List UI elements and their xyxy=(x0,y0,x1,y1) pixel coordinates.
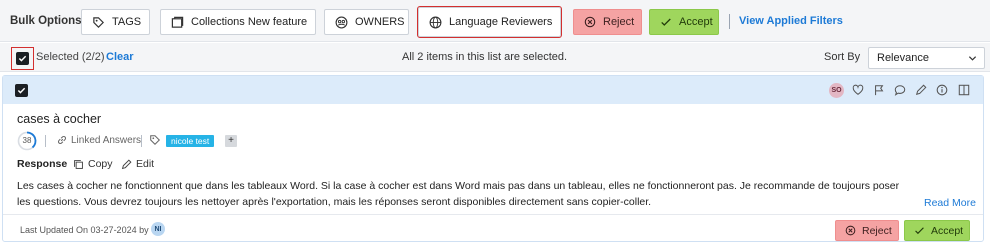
owners-button[interactable]: OWNERS xyxy=(324,9,409,35)
clear-selection-link[interactable]: Clear xyxy=(106,51,134,63)
copy-button[interactable]: Copy xyxy=(73,158,113,170)
owner-initials: SO xyxy=(831,87,842,94)
bulk-options-label: Bulk Options : xyxy=(10,15,89,27)
owner-avatar[interactable]: SO xyxy=(829,83,844,98)
check-icon xyxy=(660,16,672,28)
checkbox-icon xyxy=(17,86,26,95)
collections-button-label: Collections New feature xyxy=(191,16,308,28)
item-title[interactable]: cases à cocher xyxy=(17,112,101,126)
tags-button[interactable]: TAGS xyxy=(81,9,150,35)
edit-label: Edit xyxy=(136,158,155,170)
owners-icon xyxy=(335,16,348,29)
chevron-down-icon xyxy=(968,54,977,63)
bulk-reject-label: Reject xyxy=(603,16,635,28)
read-more-link[interactable]: Read More xyxy=(924,197,976,209)
globe-icon xyxy=(429,16,442,29)
divider xyxy=(729,14,730,29)
bulk-options-bar: Bulk Options : TAGS Collections New feat… xyxy=(0,0,990,42)
select-all-checkbox[interactable] xyxy=(16,52,29,65)
updater-avatar[interactable]: NI xyxy=(151,222,165,236)
response-line: Les cases à cocher ne fonctionnent que d… xyxy=(17,180,900,192)
response-text: Les cases à cocher ne fonctionnent que d… xyxy=(17,178,927,210)
linked-answers[interactable]: Linked Answers xyxy=(71,135,141,146)
reject-icon xyxy=(584,16,596,28)
owners-button-label: OWNERS xyxy=(355,16,405,28)
item-accept-label: Accept xyxy=(931,224,964,237)
last-updated: Last Updated On 03-27-2024 by xyxy=(20,225,149,235)
divider xyxy=(45,135,46,147)
check-icon xyxy=(914,225,925,236)
divider xyxy=(141,135,142,147)
copy-icon xyxy=(73,159,84,170)
item-reject-button[interactable]: Reject xyxy=(835,220,899,241)
language-reviewers-button-label: Language Reviewers xyxy=(449,16,553,28)
sort-select-value: Relevance xyxy=(877,52,929,64)
updater-initials: NI xyxy=(154,225,162,233)
copy-label: Copy xyxy=(88,158,113,170)
response-line: les questions. Vous devrez toujours les … xyxy=(17,196,652,208)
sort-by-label: Sort By xyxy=(824,51,861,63)
item-reject-label: Reject xyxy=(862,224,892,237)
bulk-reject-button[interactable]: Reject xyxy=(573,9,642,35)
add-tag-button[interactable]: + xyxy=(225,135,237,147)
bulk-accept-button[interactable]: Accept xyxy=(649,9,719,35)
selected-count: Selected (2/2) xyxy=(36,51,105,63)
answer-card: SO cases à cocher 38 Linked Answers nico… xyxy=(2,75,984,242)
reject-icon xyxy=(845,225,856,236)
card-header: SO xyxy=(3,76,983,104)
pencil-icon xyxy=(121,159,132,170)
tags-button-label: TAGS xyxy=(112,16,142,28)
item-accept-button[interactable]: Accept xyxy=(904,220,970,241)
collections-button[interactable]: Collections New feature xyxy=(160,9,316,35)
language-reviewers-button[interactable]: Language Reviewers xyxy=(417,6,562,38)
tag-chip[interactable]: nicole test xyxy=(166,135,215,147)
collections-icon xyxy=(171,16,184,29)
all-selected-message: All 2 items in this list are selected. xyxy=(402,51,568,63)
item-checkbox[interactable] xyxy=(15,84,28,97)
score-ring: 38 xyxy=(17,131,37,151)
bulk-accept-label: Accept xyxy=(679,16,713,28)
tag-icon xyxy=(92,16,105,29)
score-value: 38 xyxy=(22,136,32,145)
edit-button[interactable]: Edit xyxy=(121,158,154,170)
response-label: Response xyxy=(17,158,68,170)
view-applied-filters-link[interactable]: View Applied Filters xyxy=(739,15,843,27)
checkbox-icon xyxy=(18,54,27,63)
sort-select[interactable]: Relevance xyxy=(868,47,985,69)
card-footer: Last Updated On 03-27-2024 by NI Reject … xyxy=(3,214,983,242)
